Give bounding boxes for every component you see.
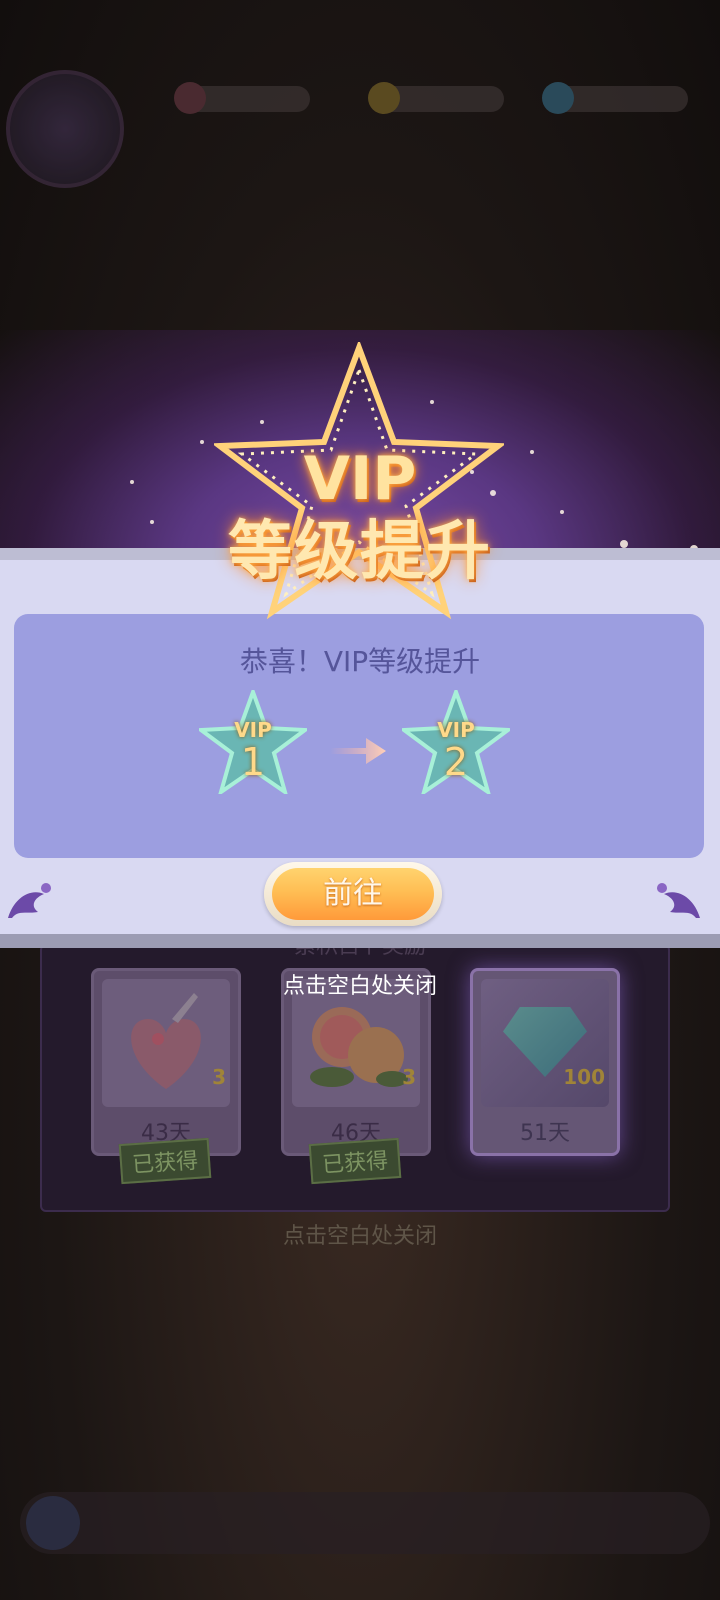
go-button[interactable]: 前往: [264, 862, 442, 926]
player-avatar: [6, 70, 124, 188]
chat-avatar-icon: [26, 1496, 80, 1550]
item-quantity: 3: [212, 1065, 226, 1089]
corner-ornament-icon: [657, 883, 700, 918]
from-level-vip-label: VIP: [234, 718, 272, 742]
gem-icon: [542, 82, 574, 114]
popup-title: 等级提升: [228, 515, 492, 589]
arrow-right-icon: [330, 738, 386, 764]
to-level-number: 2: [443, 740, 469, 784]
item-quantity: 100: [563, 1065, 605, 1089]
chat-bar[interactable]: [20, 1492, 710, 1554]
congrats-text: 恭喜！VIP等级提升: [239, 645, 481, 678]
ticket-icon: [174, 82, 206, 114]
resource-counter: [542, 82, 688, 114]
from-level-number: 1: [240, 740, 266, 784]
background-close-hint[interactable]: 点击空白处关闭: [0, 1218, 720, 1250]
resource-counter: [174, 82, 310, 114]
item-quantity: 3: [402, 1065, 416, 1089]
obtained-badge: 已获得: [308, 1137, 402, 1185]
close-hint[interactable]: 点击空白处关闭: [0, 968, 720, 1000]
to-level-vip-label: VIP: [437, 718, 475, 742]
corner-ornament-icon: [8, 883, 51, 918]
obtained-badge: 已获得: [118, 1137, 212, 1185]
coin-icon: [368, 82, 400, 114]
go-button-label: 前往: [272, 868, 434, 920]
day-label: 51天: [520, 1121, 570, 1146]
resource-counter: [368, 82, 504, 114]
